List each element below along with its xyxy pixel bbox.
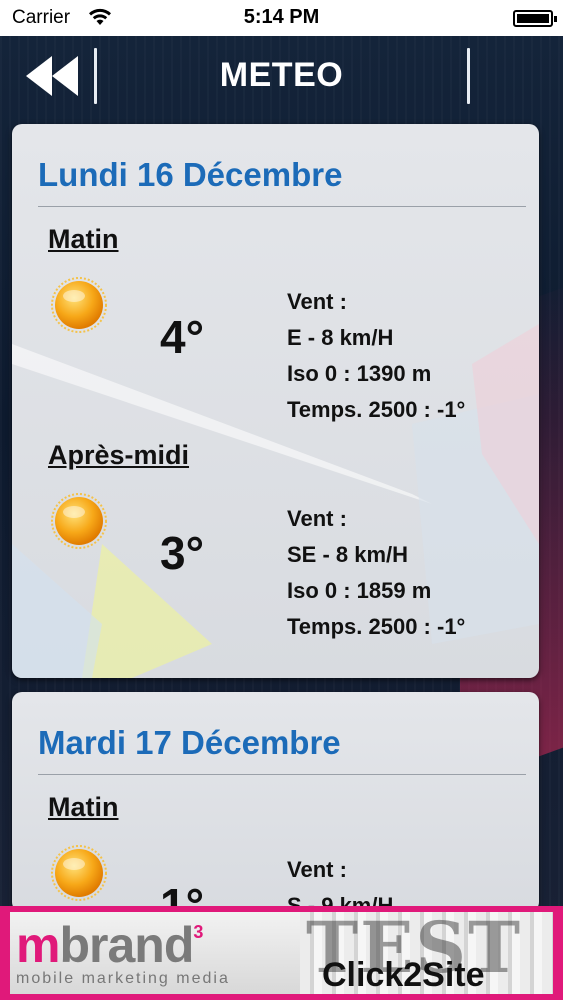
brand-logo: mmbrandbrand3 mobile marketing media bbox=[10, 912, 300, 994]
day-title: Lundi 16 Décembre bbox=[38, 156, 343, 193]
divider bbox=[38, 206, 526, 207]
banner-product: TEST Click2Site bbox=[300, 912, 553, 994]
ad-banner[interactable]: mmbrandbrand3 mobile marketing media TES… bbox=[0, 906, 563, 1000]
brand-name: mmbrandbrand3 bbox=[16, 917, 203, 973]
temperature-2500: Temps. 2500 : -1° bbox=[287, 397, 466, 422]
iso-zero: Iso 0 : 1390 m bbox=[287, 361, 432, 386]
weather-details: Vent : SE - 8 km/H Iso 0 : 1859 m Temps.… bbox=[287, 501, 465, 645]
sun-icon bbox=[51, 277, 107, 333]
status-bar: Carrier 5:14 PM bbox=[0, 0, 563, 36]
divider bbox=[38, 774, 526, 775]
product-name: Click2Site bbox=[322, 956, 485, 994]
wind-value: E - 8 km/H bbox=[287, 325, 394, 350]
weather-details: Vent : E - 8 km/H Iso 0 : 1390 m Temps. … bbox=[287, 284, 465, 428]
temperature: 4° bbox=[160, 311, 204, 363]
period-label-matin: Matin bbox=[48, 792, 119, 822]
period-label-matin: Matin bbox=[48, 224, 119, 254]
sun-icon bbox=[51, 493, 107, 549]
day-title: Mardi 17 Décembre bbox=[38, 724, 341, 761]
wind-label: Vent : bbox=[287, 857, 347, 882]
forecast-card-day-1: Lundi 16 Décembre Matin 4° Vent : E - 8 … bbox=[12, 124, 539, 678]
nav-bar: METEO bbox=[0, 36, 563, 118]
wind-label: Vent : bbox=[287, 289, 347, 314]
period-label-apres-midi: Après-midi bbox=[48, 440, 190, 470]
wind-value: SE - 8 km/H bbox=[287, 542, 409, 567]
sun-icon bbox=[51, 845, 107, 901]
forecast-card-day-2: Mardi 17 Décembre Matin 1° Vent : S - 9 … bbox=[12, 692, 539, 912]
battery-icon bbox=[513, 10, 557, 27]
brand-tagline: mobile marketing media bbox=[16, 970, 230, 987]
page-title: METEO bbox=[219, 56, 344, 94]
iso-zero: Iso 0 : 1859 m bbox=[287, 578, 432, 603]
weather-details: Vent : S - 9 km/H bbox=[287, 852, 393, 912]
temperature-2500: Temps. 2500 : -1° bbox=[287, 614, 466, 639]
temperature: 3° bbox=[160, 527, 204, 579]
nav-separator-right bbox=[467, 48, 470, 104]
wind-label: Vent : bbox=[287, 506, 347, 531]
clock: 5:14 PM bbox=[243, 6, 320, 28]
